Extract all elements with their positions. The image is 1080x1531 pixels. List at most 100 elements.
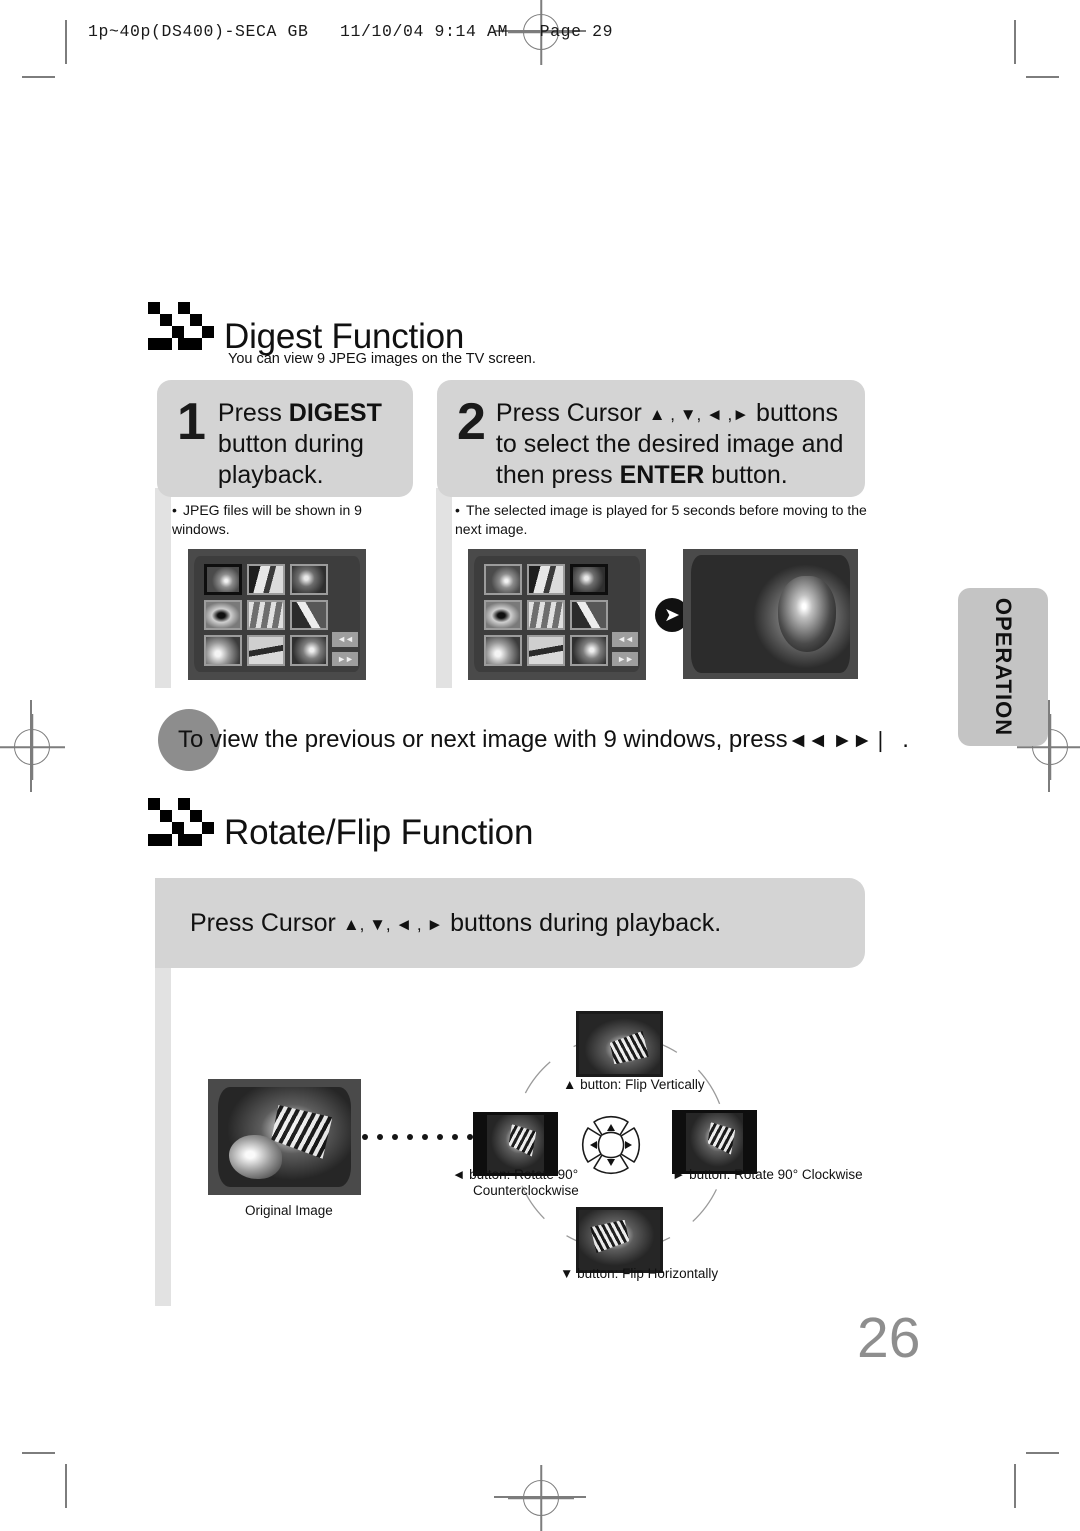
digest-tip-text: To view the previous or next image with … xyxy=(178,726,909,754)
digest-step-1: 1 Press DIGEST button during playback. xyxy=(157,380,413,497)
thumbnail-cell[interactable] xyxy=(570,599,608,631)
thumbnail-cell[interactable] xyxy=(204,564,242,595)
next-page-button[interactable]: ►► xyxy=(332,651,358,666)
step2-line3-pre: then press xyxy=(495,461,620,489)
step1-line1-bold: DIGEST xyxy=(288,399,382,427)
crop-mark-br-v xyxy=(1014,1464,1016,1508)
rotate-instruction-banner: Press Cursor ▲, ▼, ◄ , ► buttons during … xyxy=(155,878,865,968)
prev-page-button[interactable]: ◄◄ xyxy=(612,632,638,647)
crop-mark-br-h xyxy=(1026,1452,1059,1454)
page-number: 26 xyxy=(857,1306,921,1370)
prev-page-button[interactable]: ◄◄ xyxy=(332,632,358,647)
digest-step-2: 2 Press Cursor ▲ , ▼, ◄ ,► buttons to se… xyxy=(437,380,865,497)
digest-section-title: Digest Function xyxy=(224,317,465,356)
rotate-ccw-photo xyxy=(486,1115,545,1173)
tip-text-after: . xyxy=(902,726,909,753)
digest-note-2-text: The selected image is played for 5 secon… xyxy=(455,502,867,537)
thumbnail-cell[interactable] xyxy=(247,635,285,666)
next-page-button[interactable]: ►► xyxy=(612,651,638,666)
thumbnail-cell[interactable] xyxy=(570,635,608,666)
cursor-arrows-icon: ▲ , ▼, ◄ ,► xyxy=(648,405,750,424)
chevron-checker-icon-2 xyxy=(148,798,214,846)
flip-horizontal-photo xyxy=(579,1210,660,1270)
step2-line2: to select the desired image and xyxy=(495,430,844,458)
step1-line2: button during xyxy=(217,430,364,458)
registration-mark-left xyxy=(14,729,50,765)
original-image-tv xyxy=(208,1079,361,1195)
digest-note-1-text: JPEG files will be shown in 9 windows. xyxy=(172,502,362,537)
digest-tip-row: To view the previous or next image with … xyxy=(158,709,909,771)
bullet-dot-2: • xyxy=(455,502,460,518)
crop-mark-tl-v xyxy=(65,20,67,64)
original-photo xyxy=(218,1087,351,1187)
rotate-banner-text: Press Cursor ▲, ▼, ◄ , ► buttons during … xyxy=(155,909,721,938)
step2-line1-post: buttons xyxy=(749,399,839,427)
operation-tab-label: OPERATION xyxy=(991,597,1016,737)
thumbnail-cell[interactable] xyxy=(204,635,242,666)
left-gutter-bar-digest xyxy=(155,488,171,688)
dpad-icon xyxy=(581,1115,641,1175)
fullscreen-photo xyxy=(691,555,850,673)
thumbnail-grid-1 xyxy=(204,564,328,666)
digest-note-1: • JPEG files will be shown in 9 windows. xyxy=(172,501,422,539)
thumbnail-cell-selected[interactable] xyxy=(570,564,608,595)
thumbnail-cell[interactable] xyxy=(484,564,522,595)
tv-screen-fullscreen-image xyxy=(683,549,858,679)
operation-side-tab: OPERATION xyxy=(958,588,1048,746)
banner-pre: Press Cursor xyxy=(190,908,343,937)
rotate-ccw-label-line2: Counterclockwise xyxy=(473,1183,579,1198)
step2-line1-pre: Press Cursor xyxy=(495,399,649,427)
digest-step-1-number: 1 xyxy=(177,393,206,451)
column-divider-digest xyxy=(436,488,452,688)
printer-slug-line: 1p~40p(DS400)-SECA GB 11/10/04 9:14 AM P… xyxy=(88,22,614,41)
tv-screen-digest-grid-1: ◄◄ ►► xyxy=(188,549,366,680)
printed-page: 1p~40p(DS400)-SECA GB 11/10/04 9:14 AM P… xyxy=(0,0,1080,1528)
banner-post: buttons during playback. xyxy=(443,908,722,937)
rotate-cw-photo xyxy=(685,1113,744,1171)
thumbnail-cell[interactable] xyxy=(247,599,285,631)
thumbnail-cell[interactable] xyxy=(247,564,285,595)
crop-mark-tl-h xyxy=(22,76,55,78)
original-image-caption: Original Image xyxy=(245,1203,333,1218)
banner-cursor-arrows-icon: ▲, ▼, ◄ , ► xyxy=(342,914,444,934)
rotate-ccw-label-line1: ◄ button: Rotate 90° xyxy=(452,1167,579,1182)
flip-vertical-preview xyxy=(576,1011,663,1077)
thumbnail-cell[interactable] xyxy=(204,599,242,631)
left-gutter-bar-rotate xyxy=(155,968,171,1306)
flip-vertical-label: ▲ button: Flip Vertically xyxy=(563,1077,705,1092)
digest-step-1-text: Press DIGEST button during playback. xyxy=(218,398,396,491)
digest-section-heading: Digest Function xyxy=(148,302,464,354)
thumbnail-cell[interactable] xyxy=(527,564,565,595)
thumbnail-cell[interactable] xyxy=(290,635,328,666)
crop-mark-tr-h xyxy=(1026,76,1059,78)
thumbnail-cell[interactable] xyxy=(484,599,522,631)
tv-nav-buttons-1: ◄◄ ►► xyxy=(332,632,358,666)
tip-text-before: To view the previous or next image with … xyxy=(178,726,788,753)
crop-mark-bl-h xyxy=(22,1452,55,1454)
step1-line3: playback. xyxy=(217,461,324,489)
thumbnail-grid-2 xyxy=(484,564,608,666)
flip-horizontal-preview xyxy=(576,1207,663,1273)
rotate-cw-label: ► button: Rotate 90° Clockwise xyxy=(672,1167,863,1182)
digest-section-subtitle: You can view 9 JPEG images on the TV scr… xyxy=(228,351,536,367)
chevron-checker-icon xyxy=(148,302,214,350)
crop-mark-tr-v xyxy=(1014,20,1016,64)
thumbnail-cell[interactable] xyxy=(527,599,565,631)
step2-line3-post: button. xyxy=(704,461,788,489)
thumbnail-cell[interactable] xyxy=(290,564,328,595)
thumbnail-cell[interactable] xyxy=(527,635,565,666)
step1-line1-pre: Press xyxy=(217,399,289,427)
thumbnail-cell[interactable] xyxy=(484,635,522,666)
flip-vertical-photo xyxy=(579,1014,660,1074)
registration-mark-bottom xyxy=(523,1480,559,1516)
rotate-cw-preview xyxy=(672,1110,757,1174)
rotate-section-heading: Rotate/Flip Function xyxy=(148,798,533,850)
flip-horizontal-label: ▼ button: Flip Horizontally xyxy=(560,1266,719,1281)
crop-mark-bl-v xyxy=(65,1464,67,1508)
thumbnail-cell[interactable] xyxy=(290,599,328,631)
digest-step-2-number: 2 xyxy=(457,393,486,451)
tv-screen-digest-grid-2: ◄◄ ►► xyxy=(468,549,646,680)
digest-step-2-text: Press Cursor ▲ , ▼, ◄ ,► buttons to sele… xyxy=(496,398,857,491)
digest-note-2: • The selected image is played for 5 seco… xyxy=(455,501,873,539)
step2-line3-bold: ENTER xyxy=(619,461,705,489)
